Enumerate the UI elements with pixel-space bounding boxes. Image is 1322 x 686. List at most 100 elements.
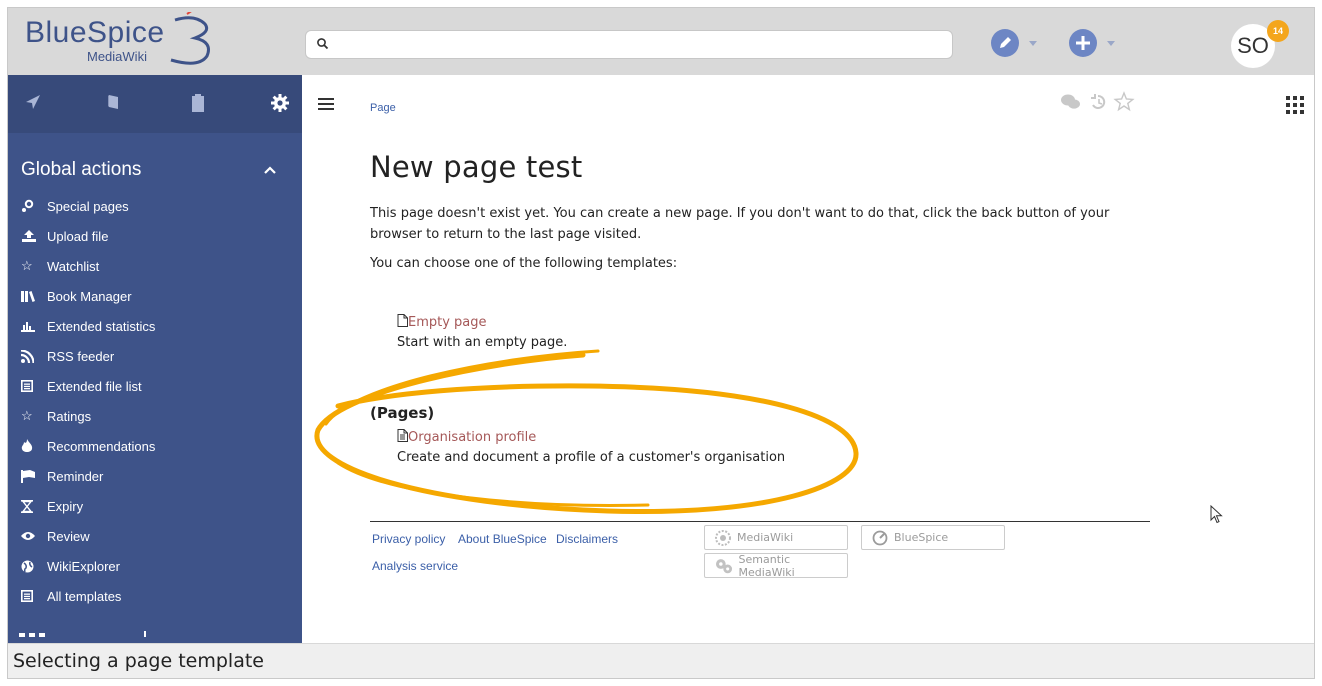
sidebar-item-label: RSS feeder [47,348,115,364]
gauge-icon [872,530,888,545]
watch-star-icon[interactable] [1113,91,1135,112]
new-button[interactable] [1069,29,1097,57]
eye-icon [21,529,41,543]
template-empty-link[interactable]: Empty page [397,313,567,333]
footer-link-analysis[interactable]: Analysis service [372,559,458,573]
sidebar-item-label: WikiExplorer [47,558,120,574]
mouse-cursor-icon [1210,505,1223,524]
sidebar-item-label: Upload file [47,228,109,244]
image-caption: Selecting a page template [8,643,1314,678]
template-organisation-profile: Organisation profile Create and document… [397,428,785,468]
navigation-icon[interactable] [24,93,42,111]
sidebar-item-wikiexplorer[interactable]: WikiExplorer [21,551,155,581]
flag-icon [21,469,41,483]
logo-text: BlueSpice [25,16,165,49]
sidebar-item-label: Watchlist [47,258,100,274]
gear-icon[interactable] [270,93,290,113]
fire-icon [21,439,41,453]
sidebar-item-book-manager[interactable]: Book Manager [21,281,155,311]
global-actions-list: Special pages Upload file ☆ Watchlist Boo… [21,191,155,611]
list-icon [21,589,41,603]
powered-bluespice-label: BlueSpice [894,531,949,544]
breadcrumb[interactable]: Page [370,102,396,114]
choose-template-text: You can choose one of the following temp… [370,256,678,271]
sidebar: Global actions Special pages Upload file… [8,75,302,643]
sidebar-item-watchlist[interactable]: ☆ Watchlist [21,251,155,281]
footer-link-about[interactable]: About BlueSpice [458,532,547,546]
sidebar-item-label: Recommendations [47,438,156,454]
apps-grid-icon[interactable] [1286,96,1304,114]
discussion-icon[interactable] [1061,94,1080,109]
edit-button[interactable] [991,29,1019,57]
template-empty-desc: Start with an empty page. [397,335,568,350]
history-icon[interactable] [1091,94,1106,109]
books-icon [21,289,41,303]
book-icon[interactable] [106,93,122,111]
clipboard-icon[interactable] [190,93,206,113]
template-empty-page: Empty page Start with an empty page. [397,313,567,353]
sidebar-item-all-templates[interactable]: All templates [21,581,155,611]
template-org-desc: Create and document a profile of a custo… [397,450,786,465]
sidebar-item-recommendations[interactable]: Recommendations [21,431,155,461]
special-pages-icon [21,199,41,213]
sidebar-item-reminder[interactable]: Reminder [21,461,155,491]
sidebar-tabs [8,75,302,133]
globe-icon [21,559,41,573]
sidebar-item-label: Special pages [47,198,129,214]
search-input[interactable] [305,30,953,59]
file-text-icon [397,429,408,442]
chart-icon [21,319,41,333]
star-outline-icon: ☆ [21,408,33,423]
sidebar-item-label: Expiry [47,498,84,514]
bluespice-logo[interactable]: BlueSpice MediaWiki [25,12,235,72]
plus-icon [1076,36,1090,50]
top-bar: BlueSpice MediaWiki SO 14 [8,8,1314,75]
logo-subtitle: MediaWiki [87,49,147,64]
sidebar-item-review[interactable]: Review [21,521,155,551]
page-title: New page test [370,150,583,184]
sidebar-heading: Global actions [21,159,142,180]
powered-by-mediawiki[interactable]: MediaWiki [704,525,848,550]
intro-text: This page doesn't exist yet. You can cre… [370,206,1110,242]
sunflower-icon [715,529,731,546]
sidebar-item-label: Ratings [47,408,92,424]
search-icon [317,38,329,50]
sidebar-item-label: Book Manager [47,288,132,304]
sidebar-item-special-pages[interactable]: Special pages [21,191,155,221]
list-icon [21,379,41,393]
sidebar-item-ratings[interactable]: ☆ Ratings [21,401,155,431]
new-dropdown-caret[interactable] [1107,41,1115,46]
sidebar-item-label: Extended file list [47,378,142,394]
sidebar-item-label: Review [47,528,90,544]
sidebar-item-label: Extended statistics [47,318,156,334]
chevron-up-icon[interactable] [264,165,276,175]
star-outline-icon: ☆ [21,258,33,273]
hourglass-icon [21,499,41,513]
footer-link-privacy[interactable]: Privacy policy [372,532,445,546]
sidebar-item-upload-file[interactable]: Upload file [21,221,155,251]
template-org-label[interactable]: Organisation profile [408,430,536,445]
sidebar-item-rss-feeder[interactable]: RSS feeder [21,341,155,371]
powered-mediawiki-label: MediaWiki [737,531,794,544]
sidebar-item-expiry[interactable]: Expiry [21,491,155,521]
powered-by-bluespice[interactable]: BlueSpice [861,525,1005,550]
sidebar-next-section-cutoff [19,631,146,637]
powered-by-semantic-mediawiki[interactable]: Semantic MediaWiki [704,552,848,579]
template-org-link[interactable]: Organisation profile [397,428,785,448]
sidebar-item-label: All templates [47,588,122,604]
notification-badge[interactable]: 14 [1267,20,1289,42]
sidebar-item-extended-statistics[interactable]: Extended statistics [21,311,155,341]
file-icon [397,314,408,327]
sidebar-item-label: Reminder [47,468,104,484]
footer-link-disclaimers[interactable]: Disclaimers [556,532,618,546]
footer-divider [370,521,1150,522]
template-empty-label[interactable]: Empty page [408,315,487,330]
edit-dropdown-caret[interactable] [1029,41,1037,46]
upload-icon [21,229,41,243]
rss-icon [21,349,41,363]
page-tools [1061,91,1135,112]
semantic-gears-icon [715,558,733,573]
powered-smw-label: Semantic MediaWiki [738,552,795,579]
hamburger-menu-icon[interactable] [318,97,334,111]
sidebar-item-extended-file-list[interactable]: Extended file list [21,371,155,401]
